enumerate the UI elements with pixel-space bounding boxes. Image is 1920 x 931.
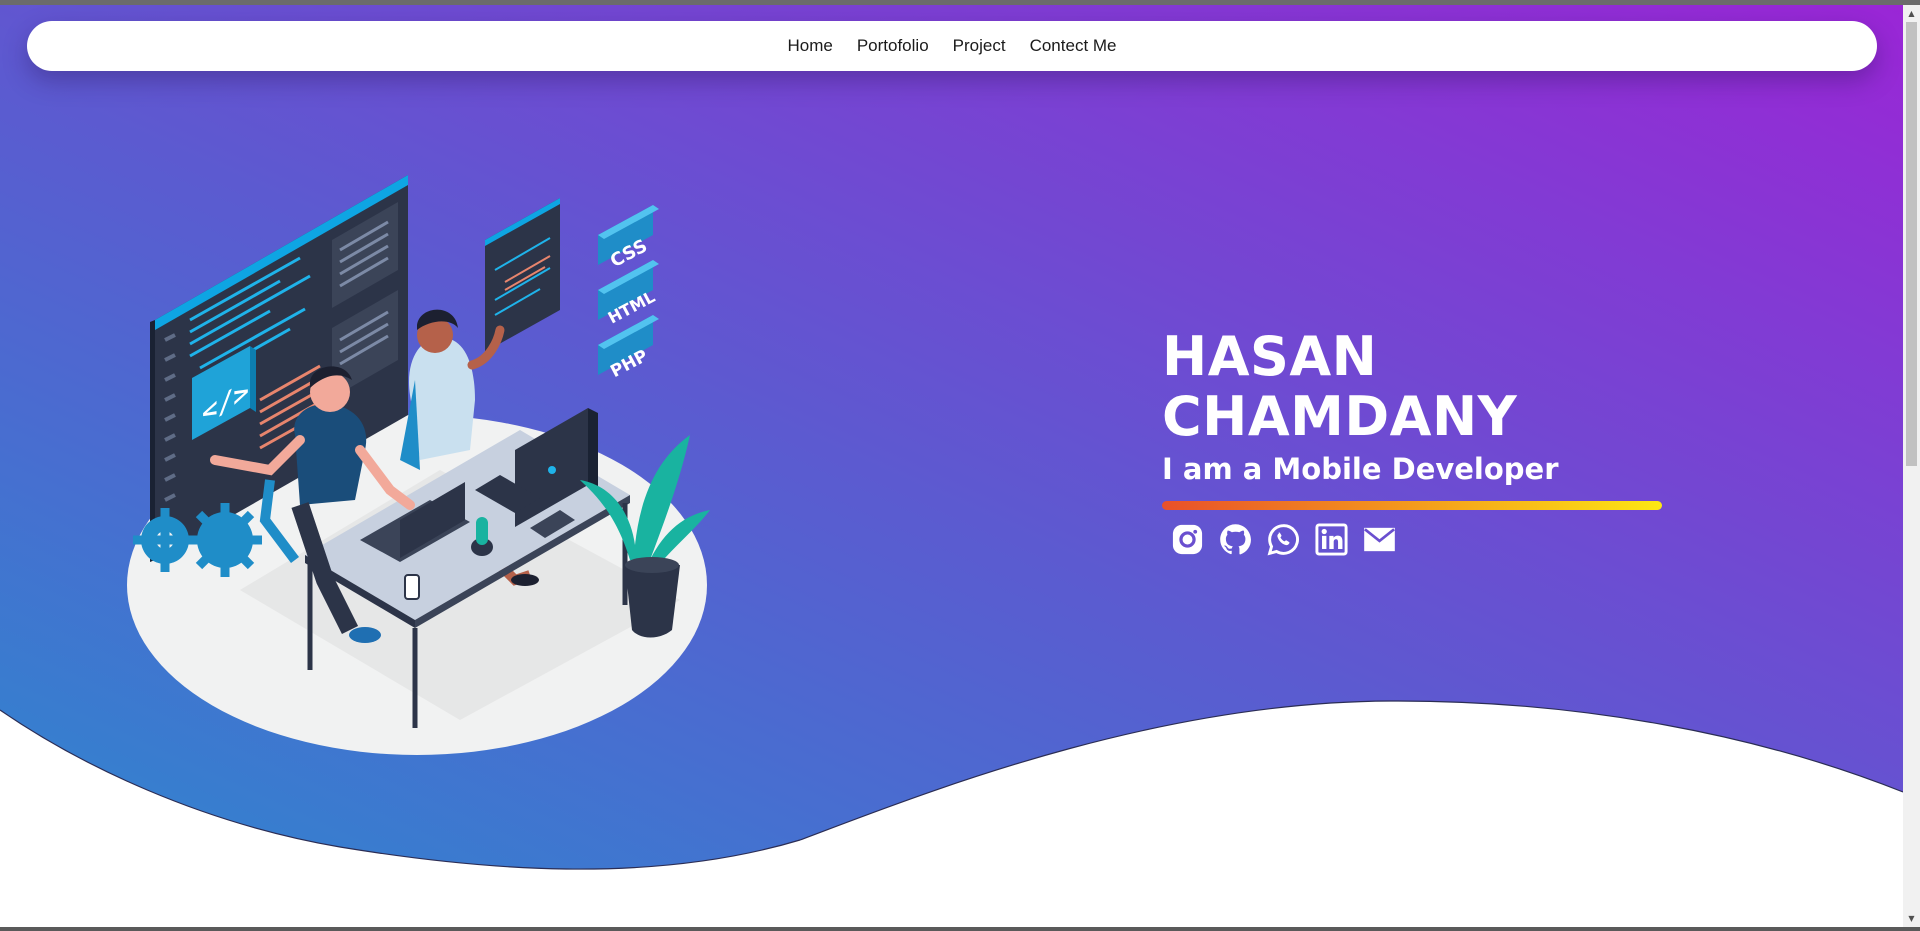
tech-badges: CSS HTML PHP (598, 205, 659, 382)
nav-project[interactable]: Project (953, 36, 1006, 56)
name-line1: HASAN (1162, 325, 1378, 388)
hero-section: Home Portofolio Project Contect Me </> C… (0, 5, 1903, 927)
intro-block: HASAN CHAMDANY I am a Mobile Developer (1162, 327, 1682, 557)
coffee-cup (404, 574, 420, 600)
code-panel: </> ... (485, 198, 560, 352)
tagline: I am a Mobile Developer (1162, 452, 1559, 486)
developers-illustration: </> </> ... CSS (127, 175, 710, 755)
navbar: Home Portofolio Project Contect Me (27, 21, 1877, 71)
email-icon[interactable] (1362, 522, 1397, 557)
whatsapp-icon[interactable] (1266, 522, 1301, 557)
scroll-down-arrow[interactable]: ▼ (1903, 910, 1920, 927)
nav-contact[interactable]: Contect Me (1030, 36, 1117, 56)
scroll-up-arrow[interactable]: ▲ (1903, 5, 1920, 22)
scroll-thumb[interactable] (1906, 22, 1917, 466)
window-bottom-border (0, 927, 1920, 931)
name-line2: CHAMDANY (1162, 385, 1518, 448)
gradient-underline (1162, 501, 1662, 510)
page-viewport: Home Portofolio Project Contect Me </> C… (0, 5, 1903, 927)
instagram-icon[interactable] (1170, 522, 1205, 557)
nav-home[interactable]: Home (787, 36, 832, 56)
social-links (1162, 522, 1682, 557)
nav-portofolio[interactable]: Portofolio (857, 36, 929, 56)
vertical-scrollbar[interactable]: ▲ ▼ (1903, 5, 1920, 927)
linkedin-icon[interactable] (1314, 522, 1349, 557)
github-icon[interactable] (1218, 522, 1253, 557)
